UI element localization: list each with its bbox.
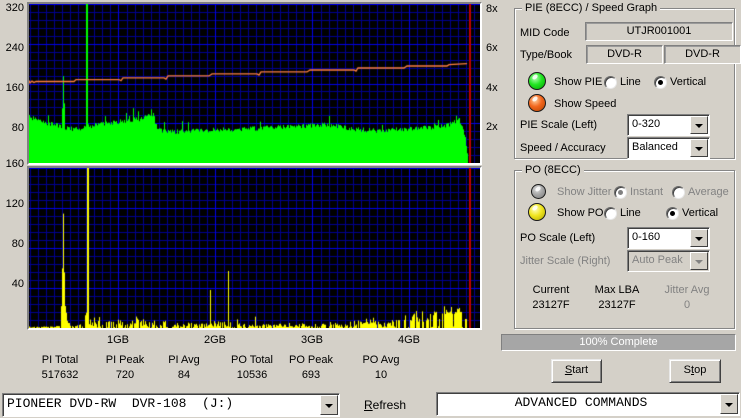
po-scale-value: 0-160 bbox=[632, 231, 661, 243]
po-ytick-80: 80 bbox=[11, 238, 24, 250]
disc-quality-scan-window: 320 240 160 80 8x 6x 4x 2x 160 120 80 40… bbox=[0, 0, 741, 418]
scan-progress-bar: 100% Complete bbox=[501, 334, 736, 351]
pie-vertical-label[interactable]: Vertical bbox=[670, 76, 706, 88]
show-jitter-led-button bbox=[531, 184, 546, 199]
led-highlight bbox=[534, 185, 542, 193]
show-pie-label: Show PIE bbox=[554, 76, 603, 88]
speed-tick-2x: 2x bbox=[486, 121, 498, 133]
jitter-average-label: Average bbox=[688, 186, 729, 198]
speed-accuracy-select[interactable]: Balanced bbox=[627, 137, 710, 159]
speed-tick-6x: 6x bbox=[486, 42, 498, 54]
pie-speed-graph-canvas bbox=[29, 4, 480, 163]
xtick-4gb: 4GB bbox=[397, 334, 421, 346]
jitter-instant-radio bbox=[614, 186, 627, 199]
stop-button[interactable]: Stop bbox=[669, 359, 721, 383]
pie-scale-value: 0-320 bbox=[632, 118, 661, 130]
pie-ytick-80: 80 bbox=[11, 122, 24, 134]
pie-speed-group: PIE (8ECC) / Speed Graph MID Code UTJR00… bbox=[514, 2, 741, 159]
dropdown-arrow-icon[interactable] bbox=[690, 229, 708, 247]
po-line-radio[interactable] bbox=[604, 207, 617, 220]
pie-line-radio[interactable] bbox=[604, 76, 617, 89]
mid-code-value: UTJR001001 bbox=[585, 22, 733, 41]
po-vertical-radio[interactable] bbox=[666, 207, 679, 220]
pie-speed-graph bbox=[27, 2, 482, 165]
po-line-label[interactable]: Line bbox=[620, 207, 641, 219]
show-po-label: Show PO bbox=[557, 207, 604, 219]
pie-scale-label: PIE Scale (Left) bbox=[520, 119, 598, 131]
pie-ytick-240: 240 bbox=[5, 42, 24, 54]
jitter-scale-select: Auto Peak bbox=[627, 250, 710, 272]
show-po-led-button[interactable] bbox=[528, 203, 546, 221]
book-value: DVD-R bbox=[664, 45, 741, 64]
po-vertical-label[interactable]: Vertical bbox=[682, 207, 718, 219]
type-value: DVD-R bbox=[586, 45, 663, 64]
jitter-scale-value: Auto Peak bbox=[632, 254, 683, 266]
xtick-2gb: 2GB bbox=[203, 334, 227, 346]
po-scale-select[interactable]: 0-160 bbox=[627, 227, 710, 249]
speed-accuracy-value: Balanced bbox=[632, 141, 678, 153]
stat-value: 10 bbox=[374, 369, 388, 381]
po-graph bbox=[27, 166, 482, 330]
current-lba-label: Current bbox=[532, 284, 570, 296]
po-ytick-40: 40 bbox=[11, 278, 24, 290]
speed-tick-4x: 4x bbox=[486, 82, 498, 94]
led-highlight bbox=[531, 95, 539, 103]
xtick-1gb: 1GB bbox=[106, 334, 130, 346]
jitter-average-radio bbox=[672, 186, 685, 199]
mid-code-label: MID Code bbox=[520, 27, 570, 39]
jitter-avg-label: Jitter Avg bbox=[664, 284, 710, 296]
start-button[interactable]: Start bbox=[551, 359, 602, 383]
po-ytick-120: 120 bbox=[5, 198, 24, 210]
speed-accuracy-label: Speed / Accuracy bbox=[520, 142, 606, 154]
pie-ytick-160: 160 bbox=[5, 82, 24, 94]
pie-line-label[interactable]: Line bbox=[620, 76, 641, 88]
po-group: PO (8ECC) Show Jitter Instant Average Sh… bbox=[514, 164, 735, 329]
pie-group-title: PIE (8ECC) / Speed Graph bbox=[522, 2, 661, 14]
stat-label: PO Avg bbox=[362, 354, 400, 366]
drive-select[interactable]: PIONEER DVD-RW DVR-108 (J:) bbox=[2, 393, 340, 417]
po-scale-label: PO Scale (Left) bbox=[520, 232, 596, 244]
jitter-avg-value: 0 bbox=[683, 299, 691, 311]
speed-tick-8x: 8x bbox=[486, 3, 498, 15]
pie-scale-select[interactable]: 0-320 bbox=[627, 114, 710, 136]
advanced-commands-select[interactable]: ADVANCED COMMANDS bbox=[436, 392, 740, 416]
dropdown-arrow-icon[interactable] bbox=[320, 395, 338, 415]
po-ytick-160: 160 bbox=[5, 158, 24, 170]
led-highlight bbox=[531, 73, 539, 81]
dropdown-arrow-icon[interactable] bbox=[720, 394, 738, 414]
show-pie-led-button[interactable] bbox=[528, 72, 546, 90]
xtick-3gb: 3GB bbox=[300, 334, 324, 346]
po-graph-canvas bbox=[29, 168, 480, 328]
show-speed-label: Show Speed bbox=[554, 98, 617, 110]
type-book-label: Type/Book bbox=[520, 49, 572, 61]
pie-vertical-radio[interactable] bbox=[654, 76, 667, 89]
refresh-button[interactable]: Refresh bbox=[364, 398, 406, 412]
dropdown-arrow-icon[interactable] bbox=[690, 139, 708, 157]
led-highlight bbox=[531, 204, 539, 212]
pie-ytick-320: 320 bbox=[5, 2, 24, 14]
po-group-title: PO (8ECC) bbox=[522, 164, 584, 176]
drive-select-value: PIONEER DVD-RW DVR-108 (J:) bbox=[7, 396, 234, 411]
show-jitter-label: Show Jitter bbox=[557, 186, 612, 198]
current-lba-value: 23127F bbox=[532, 299, 570, 311]
dropdown-arrow-icon bbox=[690, 252, 708, 270]
stat-po-avg: PO Avg 10 bbox=[336, 353, 426, 382]
show-speed-led-button[interactable] bbox=[528, 94, 546, 112]
max-lba-value: 23127F bbox=[598, 299, 636, 311]
advanced-commands-value: ADVANCED COMMANDS bbox=[514, 395, 648, 410]
dropdown-arrow-icon[interactable] bbox=[690, 116, 708, 134]
jitter-scale-label: Jitter Scale (Right) bbox=[520, 255, 611, 267]
max-lba-label: Max LBA bbox=[594, 284, 640, 296]
jitter-instant-label: Instant bbox=[630, 186, 664, 198]
